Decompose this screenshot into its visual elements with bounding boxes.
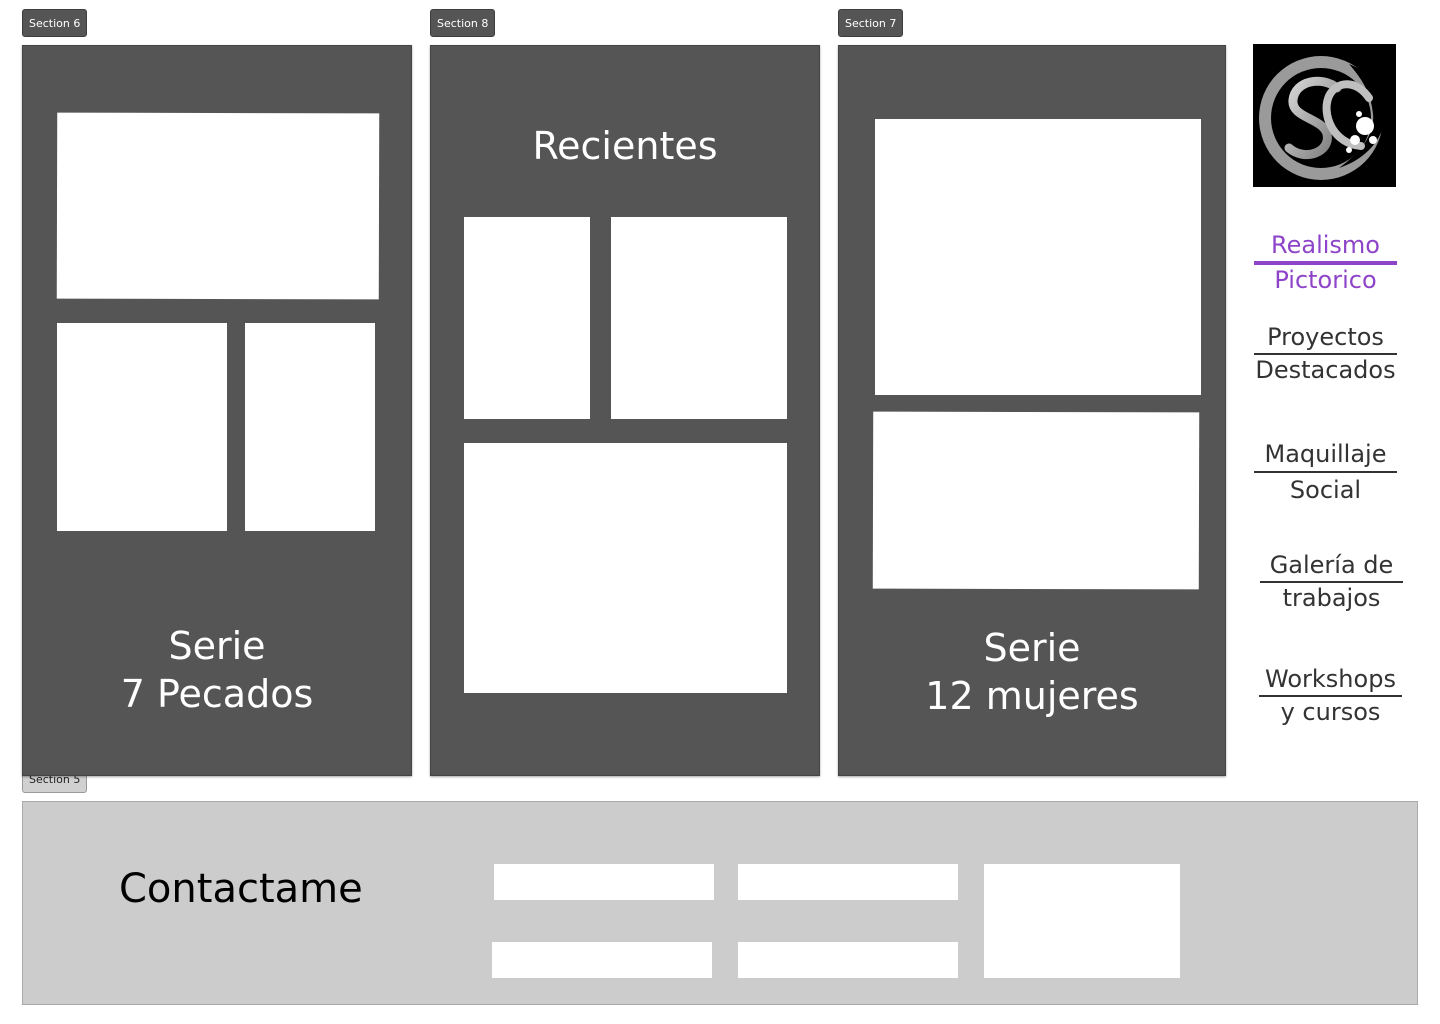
contact-field-1[interactable] (494, 864, 714, 900)
image-placeholder[interactable] (464, 217, 590, 419)
serie-7-pecados-panel[interactable]: Serie 7 Pecados (22, 45, 412, 776)
section-7-label[interactable]: Section 7 (838, 9, 904, 37)
image-placeholder[interactable] (464, 443, 787, 693)
nav-item-maquillaje-social[interactable]: Maquillaje Social (1254, 437, 1397, 507)
image-placeholder[interactable] (872, 411, 1200, 590)
recientes-panel[interactable]: Recientes (430, 45, 820, 776)
nav-item-galeria-de-trabajos[interactable]: Galería de trabajos (1260, 550, 1403, 614)
serie-12-mujeres-panel[interactable]: Serie 12 mujeres (838, 45, 1226, 776)
contact-field-2[interactable] (738, 864, 958, 900)
nav-item-workshops-y-cursos[interactable]: Workshops y cursos (1259, 664, 1402, 728)
image-placeholder[interactable] (611, 217, 787, 419)
image-placeholder[interactable] (56, 112, 380, 300)
serie-12-mujeres-title: Serie 12 mujeres (839, 624, 1225, 720)
sc-monogram-logo-icon (1259, 56, 1387, 180)
image-placeholder[interactable] (245, 323, 375, 531)
serie-title-line1: Serie (168, 624, 266, 668)
contact-message-field[interactable] (984, 864, 1180, 978)
section-8-label[interactable]: Section 8 (430, 9, 496, 37)
contact-field-4[interactable] (738, 942, 958, 978)
contact-section: Contactame (22, 801, 1418, 1005)
serie-title-line2: 12 mujeres (925, 674, 1139, 718)
image-placeholder[interactable] (57, 323, 227, 531)
contact-title: Contactame (119, 866, 363, 912)
serie-7-pecados-title: Serie 7 Pecados (23, 622, 411, 718)
nav-item-realismo-pictorico[interactable]: Realismo Pictorico (1254, 230, 1397, 296)
recientes-title: Recientes (532, 124, 718, 168)
contact-field-3[interactable] (492, 942, 712, 978)
section-6-label[interactable]: Section 6 (22, 9, 88, 37)
serie-title-line1: Serie (983, 626, 1081, 670)
image-placeholder[interactable] (875, 119, 1201, 395)
sc-logo[interactable] (1253, 44, 1396, 187)
serie-title-line2: 7 Pecados (120, 672, 314, 716)
nav-item-proyectos-destacados[interactable]: Proyectos Destacados (1254, 322, 1397, 386)
